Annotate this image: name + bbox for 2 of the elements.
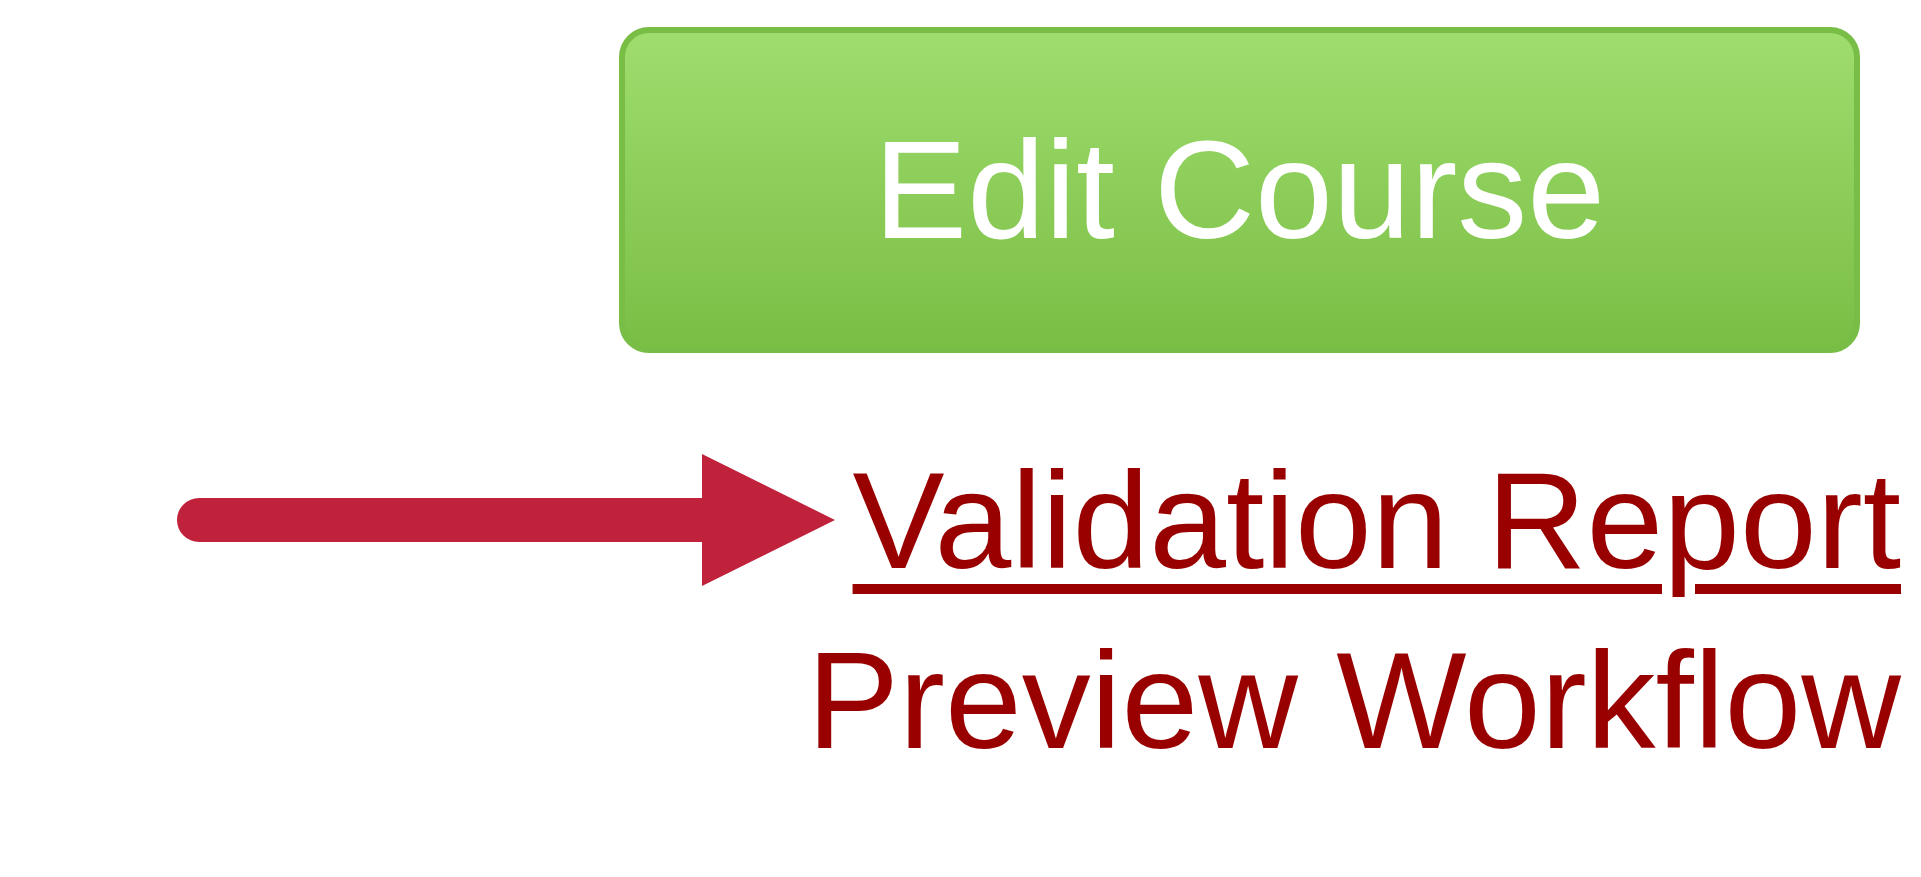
text-link[interactable]: Preview Workflow	[806, 625, 1901, 775]
text-link[interactable]: Validation Report	[852, 445, 1901, 595]
